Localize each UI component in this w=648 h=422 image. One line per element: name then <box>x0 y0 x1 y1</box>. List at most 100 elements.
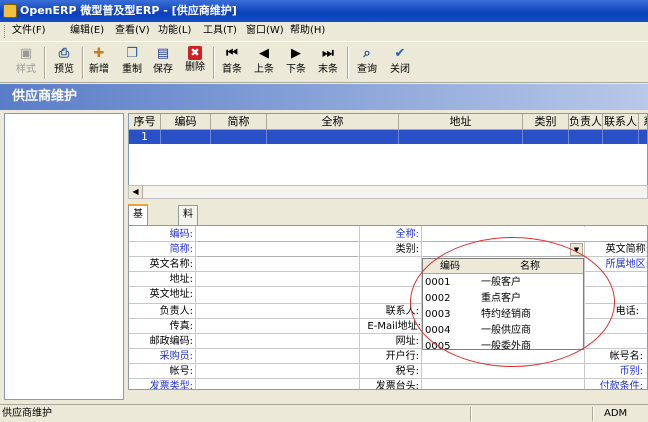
dropdown-col-code: 编码 <box>440 261 460 272</box>
col-full[interactable]: 全称 <box>267 114 399 130</box>
col-contact[interactable]: 联系人 <box>603 114 639 130</box>
category-dropdown-list[interactable]: 编码 名称 0001 一般客户 0002 重点客户 0003 特约经销商 0004 一般… <box>422 258 584 352</box>
dropdown-header: 编码 名称 <box>423 259 583 274</box>
phone-label: 电话: <box>615 306 639 317</box>
new-doc-icon: ✚ <box>93 46 105 61</box>
menu-help[interactable]: 帮助(H) <box>290 22 325 40</box>
last-button[interactable]: ⏭ 末条 <box>312 44 344 82</box>
col-more[interactable]: 系 <box>639 114 647 130</box>
close-button[interactable]: ✔ 关闭 <box>384 44 416 82</box>
item-code: 0001 <box>425 277 451 288</box>
full-name-field[interactable] <box>423 227 647 242</box>
first-record-icon: ⏮ <box>226 46 238 61</box>
category-select[interactable] <box>423 242 583 257</box>
left-tree-panel[interactable] <box>4 113 124 400</box>
payment-terms-label: 付款条件: <box>599 381 643 390</box>
copy-button[interactable]: ❐ 重制 <box>116 44 148 82</box>
list-item[interactable]: 0001 一般客户 <box>423 275 583 291</box>
dropdown-col-name: 名称 <box>520 261 540 272</box>
status-divider <box>592 407 594 421</box>
buyer-label: 采购员: <box>159 351 193 362</box>
query-button[interactable]: ⌕ 查询 <box>351 44 383 82</box>
col-category[interactable]: 类别 <box>523 114 569 130</box>
delete-button[interactable]: ✖ 删除 <box>179 44 211 82</box>
postal-code-label: 邮政编码: <box>149 336 193 347</box>
menu-grip <box>4 25 7 38</box>
style-icon: ▣ <box>19 46 33 61</box>
col-code[interactable]: 编码 <box>161 114 211 130</box>
tab-basic-info[interactable]: 基本资料 <box>128 204 148 274</box>
category-dropdown-button[interactable]: ▼ <box>570 243 583 256</box>
menu-file[interactable]: 文件(F) <box>12 22 46 40</box>
grid-cell <box>523 130 569 144</box>
window-title: OpenERP 微型普及型ERP - [供应商维护] <box>20 4 237 17</box>
short-name-field[interactable] <box>197 242 357 257</box>
delete-icon: ✖ <box>188 46 202 60</box>
list-item[interactable]: 0002 重点客户 <box>423 291 583 307</box>
grid-cell <box>267 130 399 144</box>
grid-line <box>359 226 360 389</box>
add-button[interactable]: ✚ 新增 <box>83 44 115 82</box>
tax-number-label: 税号: <box>395 366 419 377</box>
preview-button[interactable]: ⎙ 预览 <box>48 44 80 82</box>
menu-function[interactable]: 功能(L) <box>158 22 191 40</box>
grid-cell <box>569 130 603 144</box>
copy-icon: ❐ <box>126 46 138 61</box>
grid-horizontal-scrollbar[interactable]: ◀ <box>128 185 648 199</box>
contact-label: 联系人: <box>385 306 419 317</box>
form-title: 供应商维护 <box>0 84 648 110</box>
col-seq[interactable]: 序号 <box>129 114 161 130</box>
list-item[interactable]: 0005 一般委外商 <box>423 339 583 355</box>
item-name: 一般客户 <box>481 277 521 288</box>
account-name-label: 帐号名: <box>609 351 643 362</box>
grid-cell <box>399 130 523 144</box>
style-button[interactable]: ▣ 样式 <box>10 44 42 82</box>
col-owner[interactable]: 负责人 <box>569 114 603 130</box>
save-button[interactable]: ▤ 保存 <box>147 44 179 82</box>
status-user: ADM <box>604 408 628 419</box>
status-text: 供应商维护 <box>2 408 52 419</box>
bank-label: 开户行: <box>385 351 419 362</box>
short-name-label: 简称: <box>169 244 193 255</box>
printer-icon: ⎙ <box>58 46 70 61</box>
menu-tools[interactable]: 工具(T) <box>203 22 237 40</box>
grid-header: 序号 编码 简称 全称 地址 类别 负责人 联系人 系 <box>129 114 647 130</box>
prev-button[interactable]: ◀ 上条 <box>248 44 280 82</box>
item-name: 重点客户 <box>481 293 521 304</box>
grid-cell <box>161 130 211 144</box>
code-label: 编码: <box>169 229 193 240</box>
grid-cell <box>603 130 639 144</box>
item-name: 特约经销商 <box>481 309 531 320</box>
title-bar: OpenERP 微型普及型ERP - [供应商维护] <box>0 0 648 22</box>
scroll-left-icon[interactable]: ◀ <box>129 186 143 198</box>
first-button[interactable]: ⏮ 首条 <box>216 44 248 82</box>
menu-bar: 文件(F) 编辑(E) 查看(V) 功能(L) 工具(T) 窗口(W) 帮助(H… <box>0 22 648 40</box>
region-label: 所属地区: <box>605 259 648 270</box>
col-address[interactable]: 地址 <box>399 114 523 130</box>
list-item[interactable]: 0003 特约经销商 <box>423 307 583 323</box>
email-label: E-Mail地址: <box>367 321 421 332</box>
english-short-label: 英文简称: <box>605 244 648 255</box>
invoice-header-label: 发票台头: <box>375 381 419 390</box>
row-seq: 1 <box>129 130 161 144</box>
table-row[interactable]: 1 <box>129 130 647 144</box>
toolbar-separator <box>44 47 46 79</box>
next-button[interactable]: ▶ 下条 <box>280 44 312 82</box>
next-record-icon: ▶ <box>291 46 301 61</box>
toolbar-separator <box>213 47 215 79</box>
tab-latest-quotes[interactable]: 料品最新报价 <box>178 205 198 310</box>
status-divider <box>470 407 472 421</box>
english-address-label: 英文地址: <box>149 289 193 300</box>
full-name-label: 全称: <box>395 229 419 240</box>
col-short[interactable]: 简称 <box>211 114 267 130</box>
toolbar: ▣ 样式 ⎙ 预览 ✚ 新增 ❐ 重制 ▤ 保存 ✖ 删除 ⏮ 首条 ◀ 上条 ▶ 下条 ⏭ 末条 … <box>0 41 648 83</box>
app-icon <box>3 4 17 18</box>
menu-window[interactable]: 窗口(W) <box>246 22 284 40</box>
fax-label: 传真: <box>169 321 193 332</box>
account-label: 帐号: <box>169 366 193 377</box>
code-field[interactable] <box>197 227 357 242</box>
list-item[interactable]: 0004 一般供应商 <box>423 323 583 339</box>
menu-view[interactable]: 查看(V) <box>115 22 150 40</box>
menu-edit[interactable]: 编辑(E) <box>70 22 104 40</box>
last-record-icon: ⏭ <box>322 46 334 61</box>
